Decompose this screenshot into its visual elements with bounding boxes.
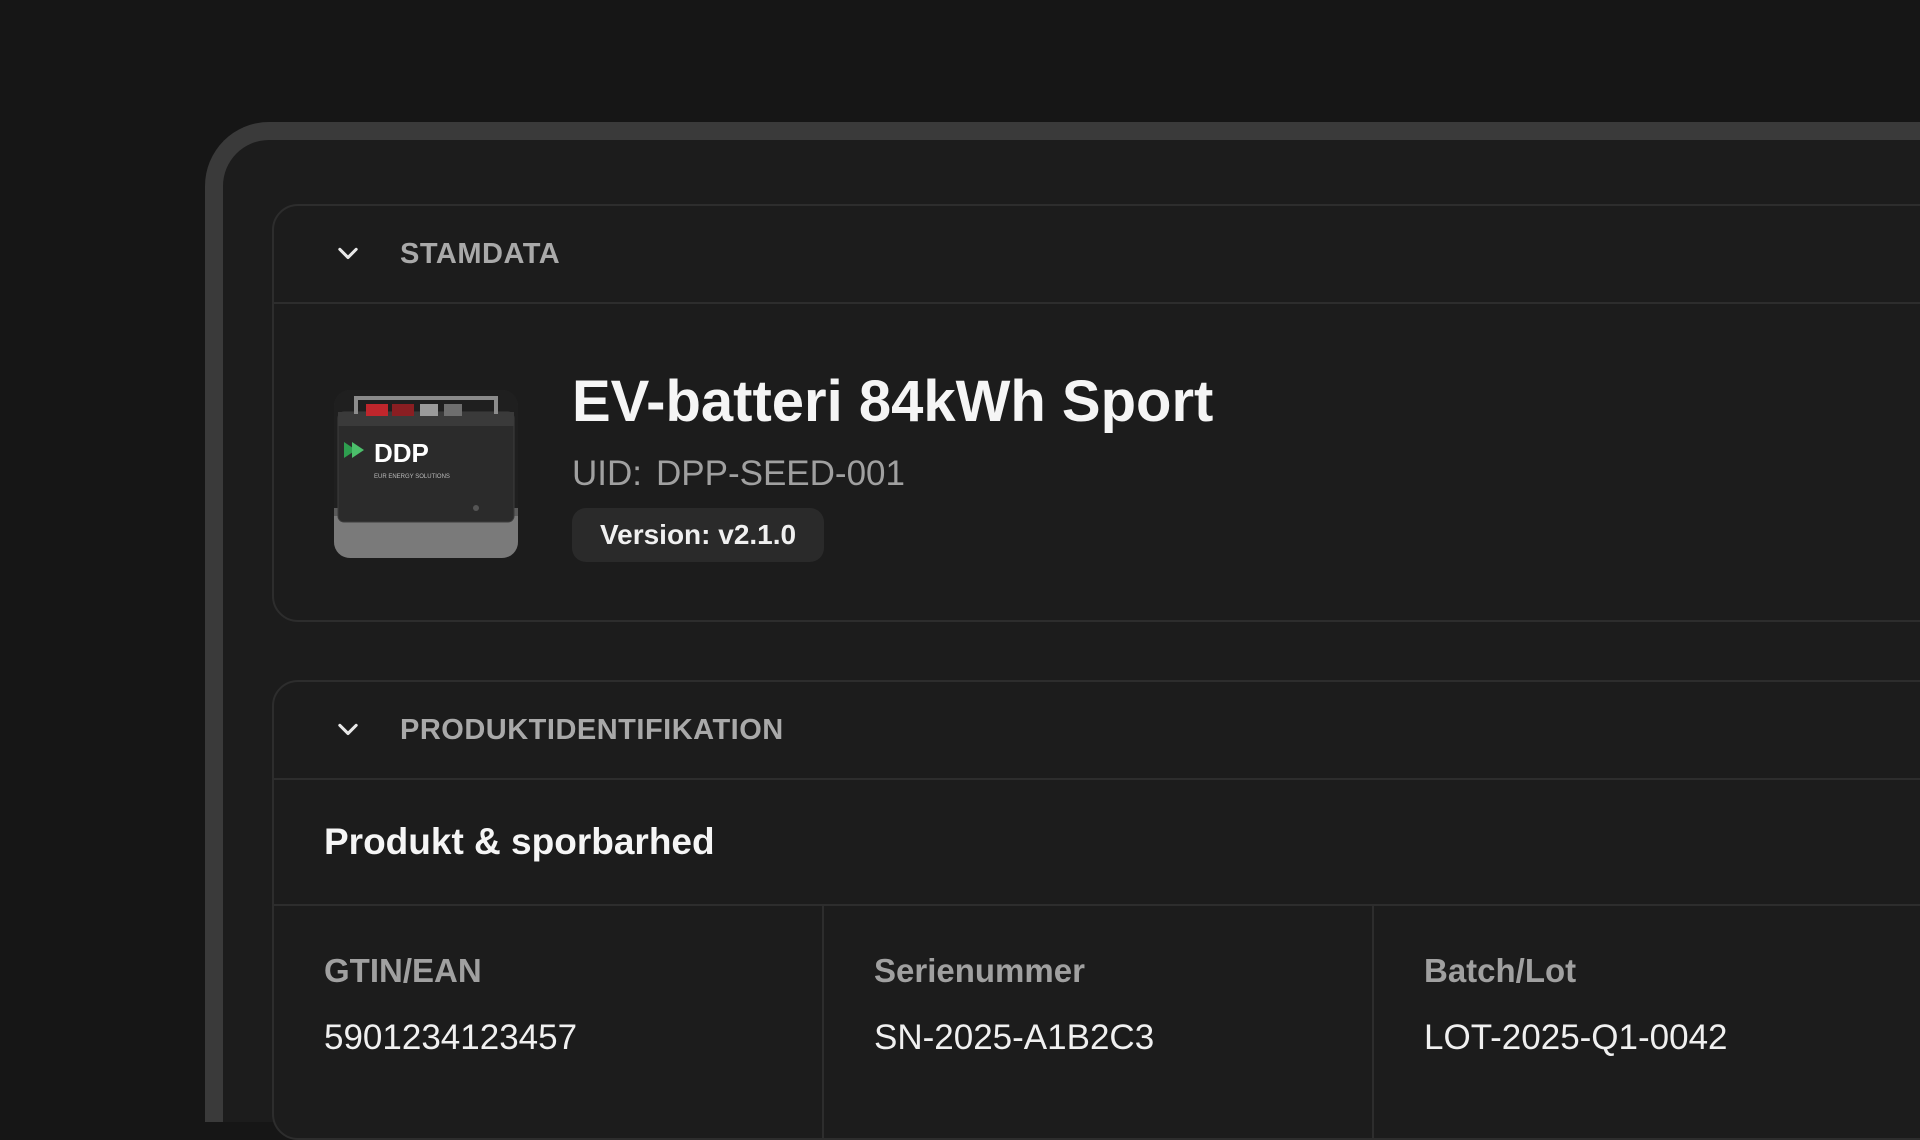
battery-logo-text: DDP	[374, 438, 429, 468]
stamdata-title: STAMDATA	[400, 237, 561, 270]
field-serial: Serienummer SN-2025-A1B2C3	[824, 906, 1374, 1138]
stamdata-card: STAMDATA DDP EUR ENERGY SOLUTIONS EV-bat…	[272, 204, 1920, 622]
battery-logo-subtext: EUR ENERGY SOLUTIONS	[374, 474, 450, 480]
produktidentifikation-title: PRODUKTIDENTIFIKATION	[400, 713, 784, 746]
identification-fields: GTIN/EAN 5901234123457 Serienummer SN-20…	[274, 906, 1920, 1138]
field-value: SN-2025-A1B2C3	[874, 1018, 1155, 1057]
chevron-down-icon[interactable]	[334, 716, 362, 744]
field-label: GTIN/EAN	[324, 952, 482, 989]
version-badge: Version: v2.1.0	[572, 508, 825, 562]
field-value: LOT-2025-Q1-0042	[1424, 1018, 1728, 1057]
field-batch: Batch/Lot LOT-2025-Q1-0042	[1374, 906, 1920, 1138]
uid-line: UID: DPP-SEED-001	[572, 454, 905, 494]
stamdata-body: DDP EUR ENERGY SOLUTIONS EV-batteri 84kW…	[274, 304, 1920, 620]
battery-image-icon: DDP EUR ENERGY SOLUTIONS	[334, 390, 518, 558]
produktidentifikation-card: PRODUKTIDENTIFIKATION Produkt & sporbarh…	[272, 680, 1920, 1140]
field-gtin: GTIN/EAN 5901234123457	[274, 906, 824, 1138]
uid-label: UID:	[572, 454, 642, 493]
section-subtitle: Produkt & sporbarhed	[274, 780, 1920, 906]
uid-value: DPP-SEED-001	[656, 454, 905, 493]
chevron-down-icon[interactable]	[334, 240, 362, 268]
field-value: 5901234123457	[324, 1018, 578, 1057]
product-image: DDP EUR ENERGY SOLUTIONS	[334, 390, 518, 558]
field-label: Batch/Lot	[1424, 952, 1577, 989]
stamdata-header[interactable]: STAMDATA	[274, 206, 1920, 304]
product-name: EV-batteri 84kWh Sport	[572, 369, 1214, 434]
produktidentifikation-header[interactable]: PRODUKTIDENTIFIKATION	[274, 682, 1920, 780]
field-label: Serienummer	[874, 952, 1085, 989]
